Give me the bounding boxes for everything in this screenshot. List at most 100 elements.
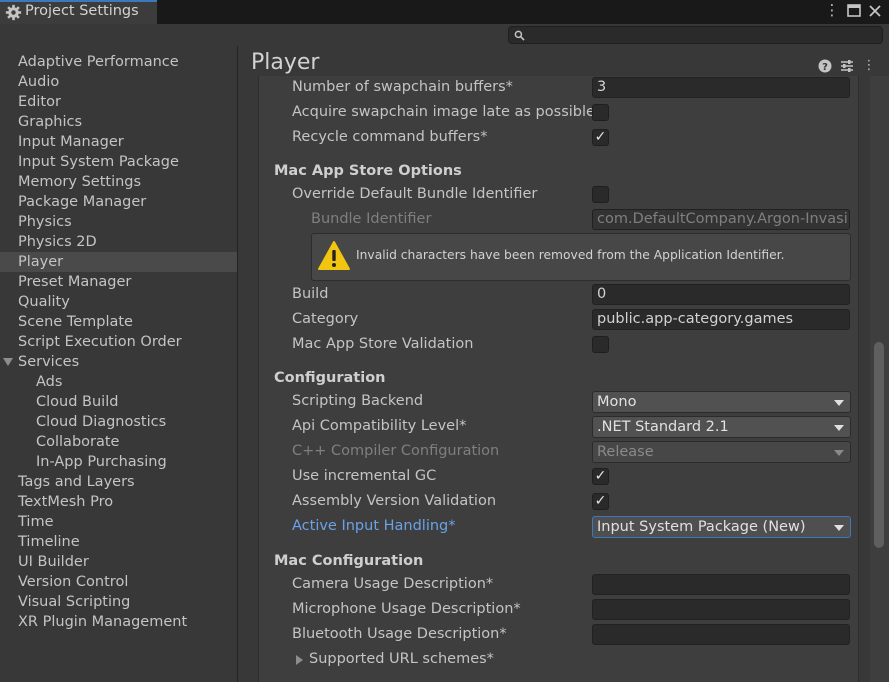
app-store-validation-checkbox[interactable]: [592, 336, 609, 353]
category-label: Category: [292, 311, 359, 327]
header-icons: ? ⋮: [813, 58, 883, 74]
cpp-compiler-label: C++ Compiler Configuration: [292, 443, 500, 459]
sidebar-item-input-manager[interactable]: Input Manager: [0, 132, 237, 152]
sidebar-item-package-manager[interactable]: Package Manager: [0, 192, 237, 212]
more-icon[interactable]: ⋮: [821, 0, 843, 22]
scripting-backend-label: Scripting Backend: [292, 393, 424, 409]
sidebar-item-services[interactable]: Services: [0, 352, 237, 372]
editor-tab-bar: Project Settings ⋮: [0, 0, 889, 24]
swapchain-buffers-field[interactable]: 3: [592, 77, 850, 98]
cpp-compiler-row: C++ Compiler Configuration Release: [259, 441, 858, 463]
category-field[interactable]: public.app-category.games: [592, 309, 850, 330]
build-row: Build 0: [259, 284, 858, 306]
sidebar-item-cloud-diagnostics[interactable]: Cloud Diagnostics: [0, 412, 237, 432]
sidebar-item-version-control[interactable]: Version Control: [0, 572, 237, 592]
sidebar-item-memory-settings[interactable]: Memory Settings: [0, 172, 237, 192]
override-bundle-label: Override Default Bundle Identifier: [292, 186, 538, 202]
sidebar-item-scene-template[interactable]: Scene Template: [0, 312, 237, 332]
sidebar-item-graphics[interactable]: Graphics: [0, 112, 237, 132]
settings-sidebar: Adaptive Performance Audio Editor Graphi…: [0, 46, 238, 682]
sidebar-item-timeline[interactable]: Timeline: [0, 532, 237, 552]
fold-down-icon[interactable]: [3, 358, 13, 366]
recycle-buffers-row: Recycle command buffers* ✓: [259, 127, 858, 149]
microphone-usage-label: Microphone Usage Description*: [292, 601, 521, 617]
sidebar-item-label: Timeline: [18, 534, 80, 550]
url-schemes-label: Supported URL schemes*: [309, 651, 494, 667]
sidebar-item-cloud-build[interactable]: Cloud Build: [0, 392, 237, 412]
settings-search-input[interactable]: [508, 26, 883, 44]
sidebar-item-editor[interactable]: Editor: [0, 92, 237, 112]
project-settings-tab[interactable]: Project Settings: [0, 0, 157, 24]
vertical-scrollbar[interactable]: [870, 76, 889, 682]
sidebar-item-collaborate[interactable]: Collaborate: [0, 432, 237, 452]
api-compatibility-dropdown[interactable]: .NET Standard 2.1: [592, 416, 851, 438]
build-label: Build: [292, 286, 329, 302]
sidebar-item-label: Cloud Diagnostics: [36, 414, 167, 430]
close-icon[interactable]: [864, 0, 886, 22]
sidebar-item-input-system-package[interactable]: Input System Package: [0, 152, 237, 172]
sidebar-item-in-app-purchasing[interactable]: In-App Purchasing: [0, 452, 237, 472]
sidebar-item-label: Visual Scripting: [18, 594, 131, 610]
cpp-compiler-dropdown: Release: [592, 441, 851, 463]
tab-title: Project Settings: [25, 3, 139, 19]
sidebar-item-physics[interactable]: Physics: [0, 212, 237, 232]
scrollbar-thumb[interactable]: [874, 342, 884, 548]
bundle-identifier-row: Bundle Identifier com.DefaultCompany.Arg…: [259, 209, 858, 231]
url-schemes-row[interactable]: Supported URL schemes*: [259, 649, 858, 671]
camera-usage-field[interactable]: [592, 574, 850, 595]
incremental-gc-label: Use incremental GC: [292, 468, 437, 484]
override-bundle-checkbox[interactable]: [592, 186, 609, 203]
chevron-down-icon: [834, 450, 844, 456]
acquire-swapchain-checkbox[interactable]: [592, 104, 609, 121]
sidebar-item-tags-and-layers[interactable]: Tags and Layers: [0, 472, 237, 492]
microphone-usage-field[interactable]: [592, 599, 850, 620]
recycle-buffers-checkbox[interactable]: ✓: [592, 129, 609, 146]
sidebar-item-quality[interactable]: Quality: [0, 292, 237, 312]
search-row: [0, 24, 889, 46]
sidebar-item-label: TextMesh Pro: [18, 494, 114, 510]
sidebar-item-textmesh-pro[interactable]: TextMesh Pro: [0, 492, 237, 512]
inspector-content: Number of swapchain buffers* 3 Acquire s…: [258, 76, 859, 682]
dropdown-value: Mono: [597, 394, 637, 410]
bluetooth-usage-field[interactable]: [592, 624, 850, 645]
warning-message: Invalid characters have been removed fro…: [356, 248, 785, 262]
dropdown-value: Release: [597, 444, 654, 460]
sidebar-item-label: Physics 2D: [18, 234, 97, 250]
sidebar-item-audio[interactable]: Audio: [0, 72, 237, 92]
acquire-swapchain-row: Acquire swapchain image late as possible: [259, 102, 858, 124]
sidebar-item-ads[interactable]: Ads: [0, 372, 237, 392]
sidebar-item-xr-plugin-management[interactable]: XR Plugin Management: [0, 612, 237, 632]
sidebar-item-label: Tags and Layers: [18, 474, 135, 490]
incremental-gc-checkbox[interactable]: ✓: [592, 468, 609, 485]
warning-icon: [318, 241, 350, 270]
sidebar-item-player[interactable]: Player: [0, 252, 237, 272]
build-field[interactable]: 0: [592, 284, 850, 305]
foldout-arrow-icon[interactable]: [296, 655, 303, 665]
camera-usage-row: Camera Usage Description*: [259, 574, 858, 596]
sidebar-item-adaptive-performance[interactable]: Adaptive Performance: [0, 52, 237, 72]
incremental-gc-row: Use incremental GC ✓: [259, 466, 858, 488]
sidebar-item-script-execution-order[interactable]: Script Execution Order: [0, 332, 237, 352]
sidebar-item-visual-scripting[interactable]: Visual Scripting: [0, 592, 237, 612]
override-bundle-row: Override Default Bundle Identifier: [259, 184, 858, 206]
kebab-icon[interactable]: ⋮: [861, 58, 877, 74]
scripting-backend-dropdown[interactable]: Mono: [592, 391, 851, 413]
app-store-validation-row: Mac App Store Validation: [259, 334, 858, 356]
help-icon[interactable]: ?: [817, 58, 833, 74]
app-store-validation-label: Mac App Store Validation: [292, 336, 474, 352]
active-input-handling-label: Active Input Handling*: [292, 518, 456, 534]
sidebar-item-label: Physics: [18, 214, 72, 230]
sidebar-item-preset-manager[interactable]: Preset Manager: [0, 272, 237, 292]
sidebar-item-time[interactable]: Time: [0, 512, 237, 532]
sidebar-item-ui-builder[interactable]: UI Builder: [0, 552, 237, 572]
sidebar-item-label: Ads: [36, 374, 63, 390]
assembly-validation-checkbox[interactable]: ✓: [592, 493, 609, 510]
player-settings-panel: Player ? ⋮ Number of swapchain buffers* …: [239, 46, 889, 682]
presets-icon[interactable]: [839, 58, 855, 74]
sidebar-item-label: Collaborate: [36, 434, 120, 450]
scripting-backend-row: Scripting Backend Mono: [259, 391, 858, 413]
active-input-handling-dropdown[interactable]: Input System Package (New): [592, 516, 851, 538]
sidebar-item-label: Cloud Build: [36, 394, 119, 410]
maximize-icon[interactable]: [843, 0, 865, 22]
sidebar-item-physics-2d[interactable]: Physics 2D: [0, 232, 237, 252]
